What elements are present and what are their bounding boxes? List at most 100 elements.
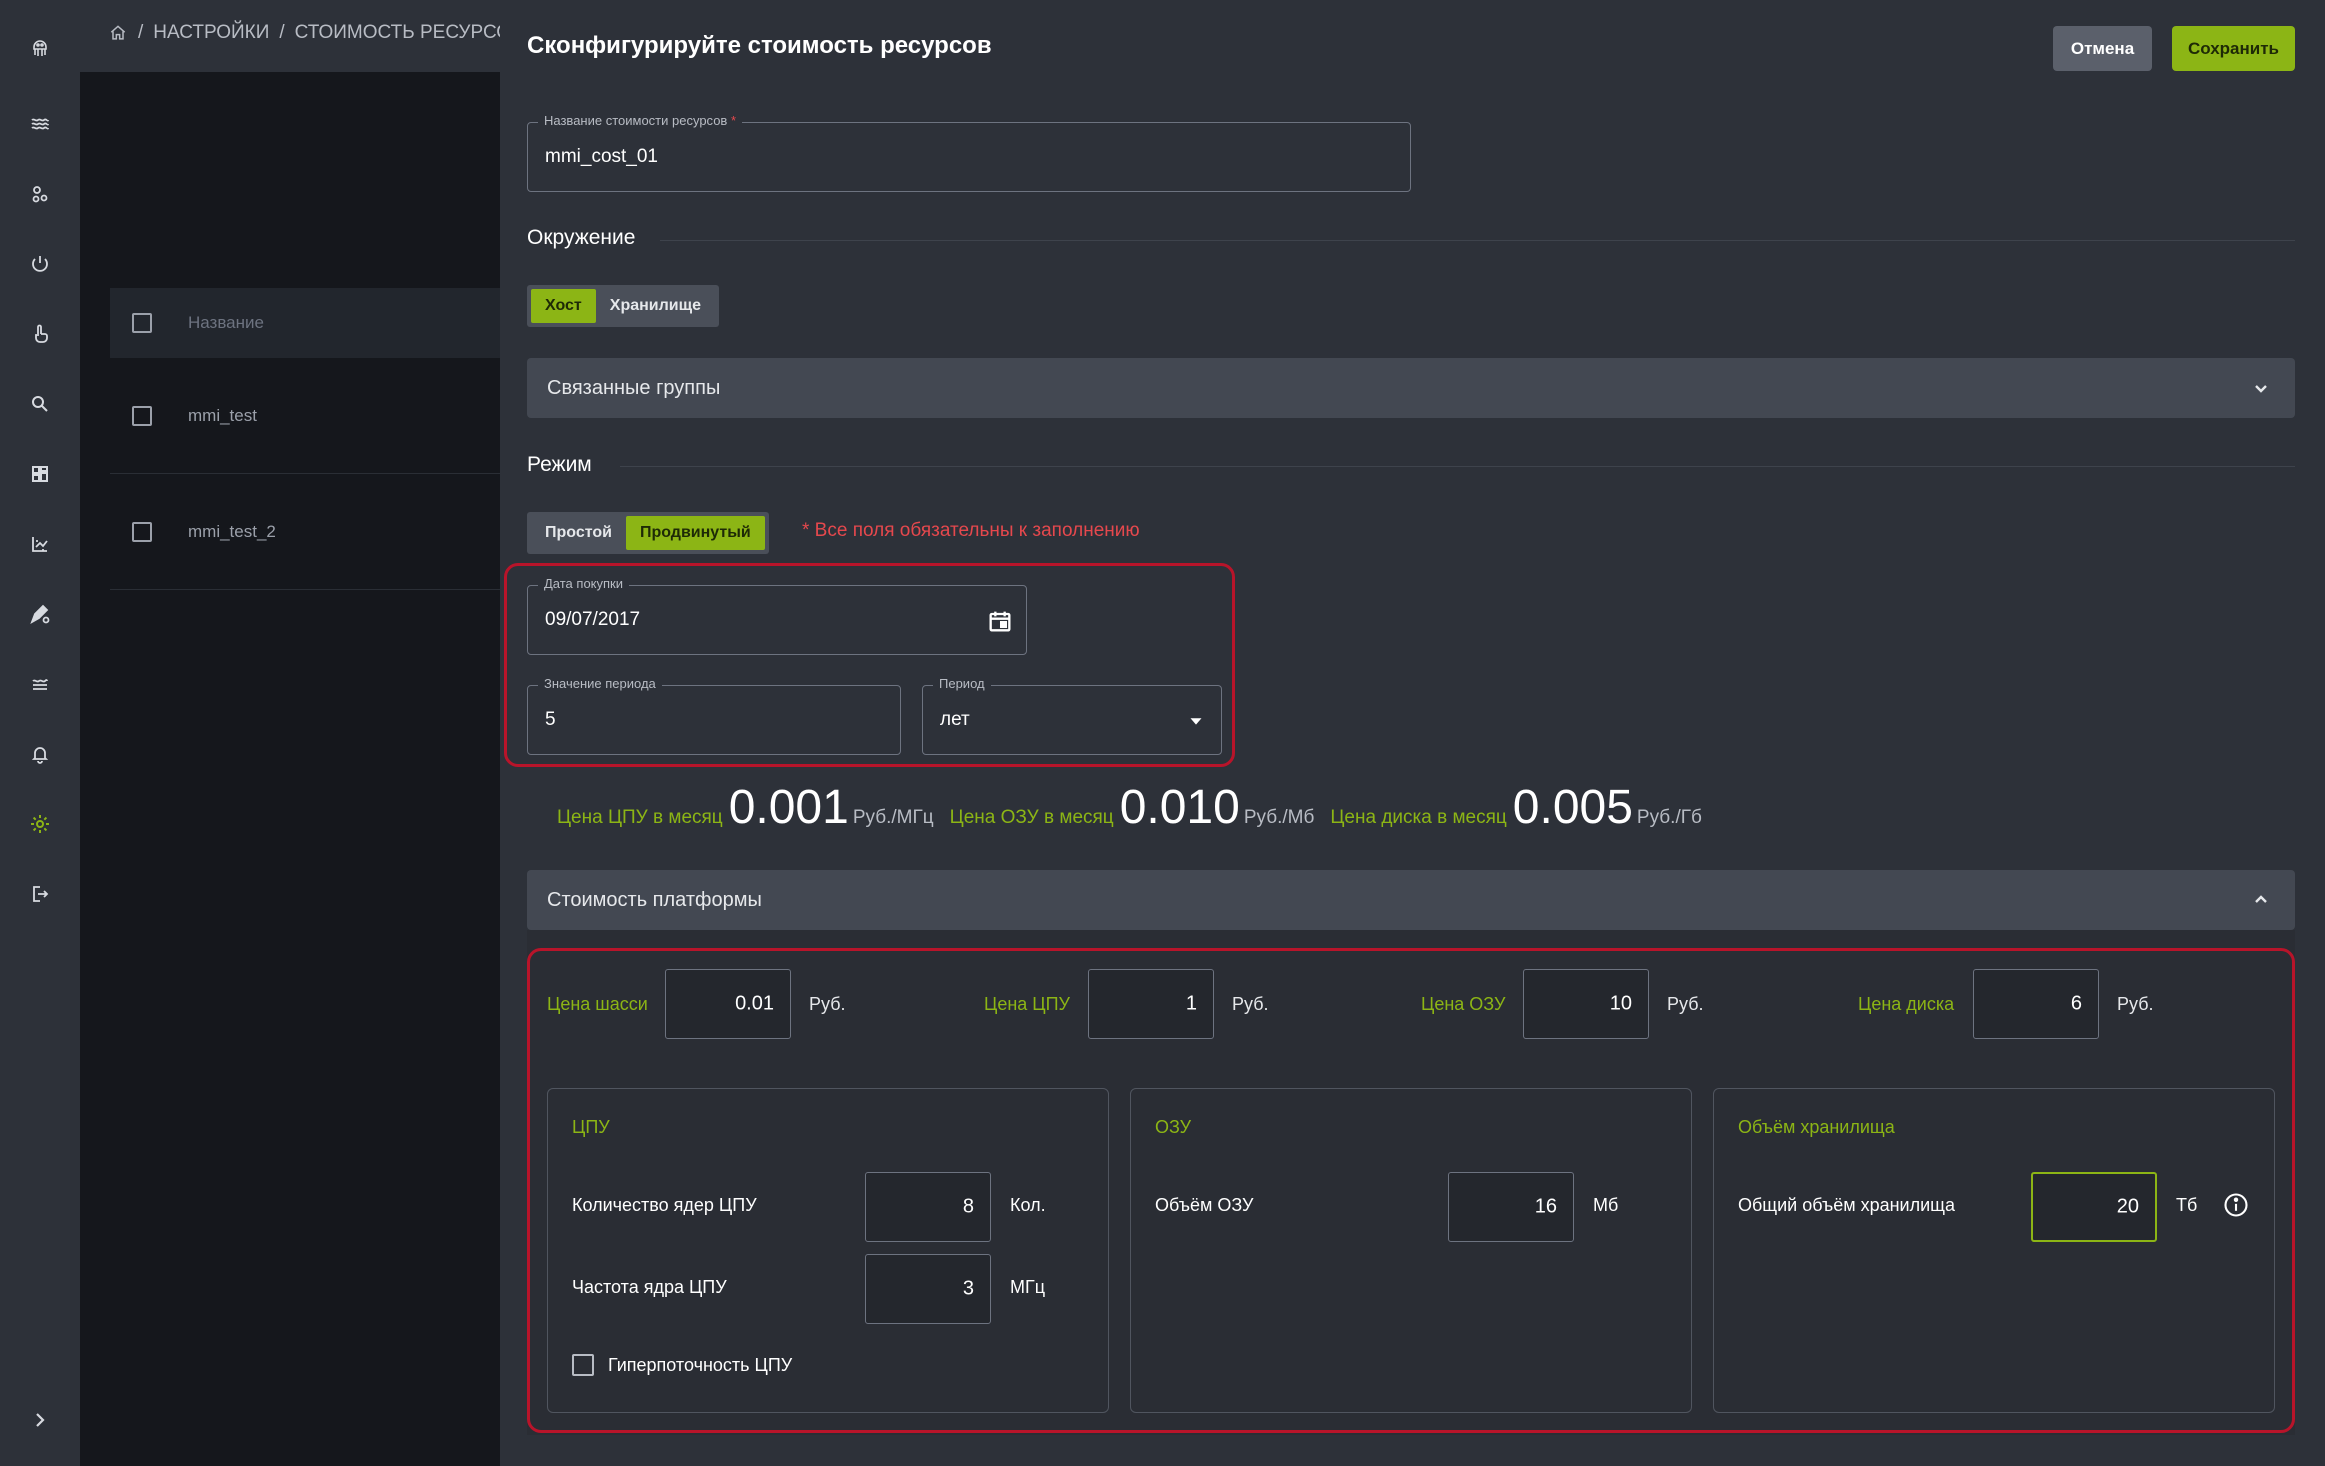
chassis-price-unit: Руб.	[809, 994, 846, 1014]
period-select[interactable]: Период лет	[922, 676, 1222, 755]
settings-icon[interactable]	[20, 804, 60, 844]
list-header: Название	[110, 288, 500, 358]
ram-monthly-label: Цена ОЗУ в месяц	[949, 807, 1114, 828]
hyperthreading-label: Гиперпоточность ЦПУ	[608, 1354, 793, 1375]
row-name: mmi_test_2	[188, 521, 276, 541]
purchase-date-value[interactable]: 09/07/2017	[545, 609, 640, 631]
dashboard-icon[interactable]	[20, 454, 60, 494]
row-checkbox[interactable]	[132, 521, 152, 542]
divider	[620, 466, 2295, 467]
row-name: mmi_test	[188, 405, 257, 425]
breadcrumb-current: СТОИМОСТЬ РЕСУРСОВ	[294, 22, 524, 43]
layers-icon[interactable]	[20, 664, 60, 704]
waves-icon[interactable]	[20, 104, 60, 144]
cpu-price-input[interactable]: 1	[1088, 969, 1214, 1039]
chevron-down-icon[interactable]	[2249, 376, 2273, 400]
calendar-icon[interactable]	[986, 607, 1014, 635]
cpu-freq-value[interactable]: 3	[963, 1278, 974, 1301]
resource-cost-drawer: Сконфигурируйте стоимость ресурсов Отмен…	[500, 0, 2325, 1466]
ram-monthly-value: 0.010	[1119, 781, 1240, 834]
cpu-cores-value[interactable]: 8	[963, 1196, 974, 1219]
pen-settings-icon[interactable]	[20, 594, 60, 634]
toggle-advanced[interactable]: Продвинутый	[625, 516, 765, 550]
period-label: Период	[933, 676, 991, 691]
cpu-price-label: Цена ЦПУ	[984, 994, 1070, 1014]
list-item[interactable]: mmi_test	[110, 358, 500, 474]
column-name-header[interactable]: Название	[188, 313, 264, 333]
background-page: / НАСТРОЙКИ / СТОИМОСТЬ РЕСУРСОВ Названи…	[80, 0, 524, 1466]
storage-total-value[interactable]: 20	[2117, 1196, 2139, 1219]
chart-icon[interactable]	[20, 524, 60, 564]
save-button[interactable]: Сохранить	[2172, 26, 2295, 71]
chassis-price-value[interactable]: 0.01	[735, 993, 774, 1016]
disk-monthly-label: Цена диска в месяц	[1330, 807, 1507, 828]
chassis-price-input[interactable]: 0.01	[665, 969, 791, 1039]
storage-total-unit: Тб	[2176, 1195, 2198, 1215]
cpu-freq-unit: МГц	[1010, 1277, 1046, 1297]
hyperthreading-checkbox[interactable]: Гиперпоточность ЦПУ	[572, 1354, 792, 1376]
breadcrumb-settings[interactable]: НАСТРОЙКИ	[153, 22, 269, 44]
cpu-price-value[interactable]: 1	[1186, 993, 1197, 1016]
cost-name-field[interactable]: Название стоимости ресурсов * mmi_cost_0…	[527, 113, 1411, 192]
toggle-host[interactable]: Хост	[531, 289, 596, 323]
logo-icon[interactable]	[20, 28, 60, 68]
environment-toggle: Хост Хранилище	[527, 285, 720, 327]
breadcrumb: / НАСТРОЙКИ / СТОИМОСТЬ РЕСУРСОВ	[108, 22, 524, 44]
monthly-prices: Цена ЦПУ в месяц 0.001 Руб./МГц Цена ОЗУ…	[557, 780, 1718, 835]
mode-toggle: Простой Продвинутый	[527, 512, 769, 554]
nodes-icon[interactable]	[20, 174, 60, 214]
disk-price-unit: Руб.	[2117, 994, 2154, 1014]
ram-size-value[interactable]: 16	[1535, 1196, 1557, 1219]
disk-price-value[interactable]: 6	[2071, 993, 2082, 1016]
logout-icon[interactable]	[20, 874, 60, 914]
ram-size-unit: Мб	[1593, 1195, 1619, 1215]
info-icon[interactable]	[2222, 1191, 2250, 1219]
disk-price-input[interactable]: 6	[1973, 969, 2099, 1039]
chevron-up-icon[interactable]	[2249, 888, 2273, 912]
storage-card: Объём хранилища Общий объём хранилища 20…	[1713, 1088, 2275, 1413]
cost-name-value[interactable]: mmi_cost_01	[545, 146, 658, 168]
storage-total-label: Общий объём хранилища	[1738, 1195, 1955, 1215]
disk-monthly-value: 0.005	[1512, 781, 1633, 834]
required-note: * Все поля обязательны к заполнению	[802, 520, 1140, 541]
checkbox-box[interactable]	[572, 1354, 594, 1376]
search-icon[interactable]	[20, 384, 60, 424]
ram-size-input[interactable]: 16	[1448, 1172, 1574, 1242]
cpu-cores-label: Количество ядер ЦПУ	[572, 1195, 757, 1215]
disk-price-label: Цена диска	[1858, 994, 1955, 1014]
ram-monthly-unit: Руб./Мб	[1243, 807, 1315, 828]
platform-cost-label: Стоимость платформы	[547, 888, 762, 911]
ram-price-input[interactable]: 10	[1523, 969, 1649, 1039]
cpu-card: ЦПУ Количество ядер ЦПУ 8 Кол. Частота я…	[547, 1088, 1109, 1413]
mode-label: Режим	[527, 453, 592, 476]
toggle-storage[interactable]: Хранилище	[596, 289, 715, 323]
purchase-date-label: Дата покупки	[538, 576, 629, 591]
select-all-checkbox[interactable]	[132, 313, 152, 333]
toggle-simple[interactable]: Простой	[531, 516, 626, 550]
cpu-freq-input[interactable]: 3	[865, 1254, 991, 1324]
cpu-cores-input[interactable]: 8	[865, 1172, 991, 1242]
cancel-button[interactable]: Отмена	[2053, 26, 2152, 71]
period-value-value[interactable]: 5	[545, 709, 556, 731]
breadcrumb-separator: /	[279, 22, 285, 43]
purchase-date-field[interactable]: Дата покупки 09/07/2017	[527, 576, 1027, 655]
divider	[660, 240, 2295, 241]
list-item[interactable]: mmi_test_2	[110, 474, 500, 590]
period-value[interactable]: лет	[940, 709, 970, 731]
home-icon[interactable]	[108, 23, 128, 43]
hand-icon[interactable]	[20, 314, 60, 354]
expand-icon[interactable]	[20, 1400, 60, 1440]
storage-total-input[interactable]: 20	[2031, 1172, 2157, 1242]
ram-price-label: Цена ОЗУ	[1421, 994, 1506, 1014]
ram-price-value[interactable]: 10	[1610, 993, 1632, 1016]
bell-icon[interactable]	[20, 734, 60, 774]
platform-cost-accordion[interactable]: Стоимость платформы	[527, 870, 2295, 930]
sidebar	[0, 0, 80, 1466]
related-groups-accordion[interactable]: Связанные группы	[527, 358, 2295, 418]
row-checkbox[interactable]	[132, 405, 152, 426]
dropdown-arrow-icon[interactable]	[1185, 710, 1207, 732]
power-icon[interactable]	[20, 244, 60, 284]
ram-card: ОЗУ Объём ОЗУ 16 Мб	[1130, 1088, 1692, 1413]
cpu-cores-unit: Кол.	[1010, 1195, 1046, 1215]
period-value-field[interactable]: Значение периода 5	[527, 676, 901, 755]
